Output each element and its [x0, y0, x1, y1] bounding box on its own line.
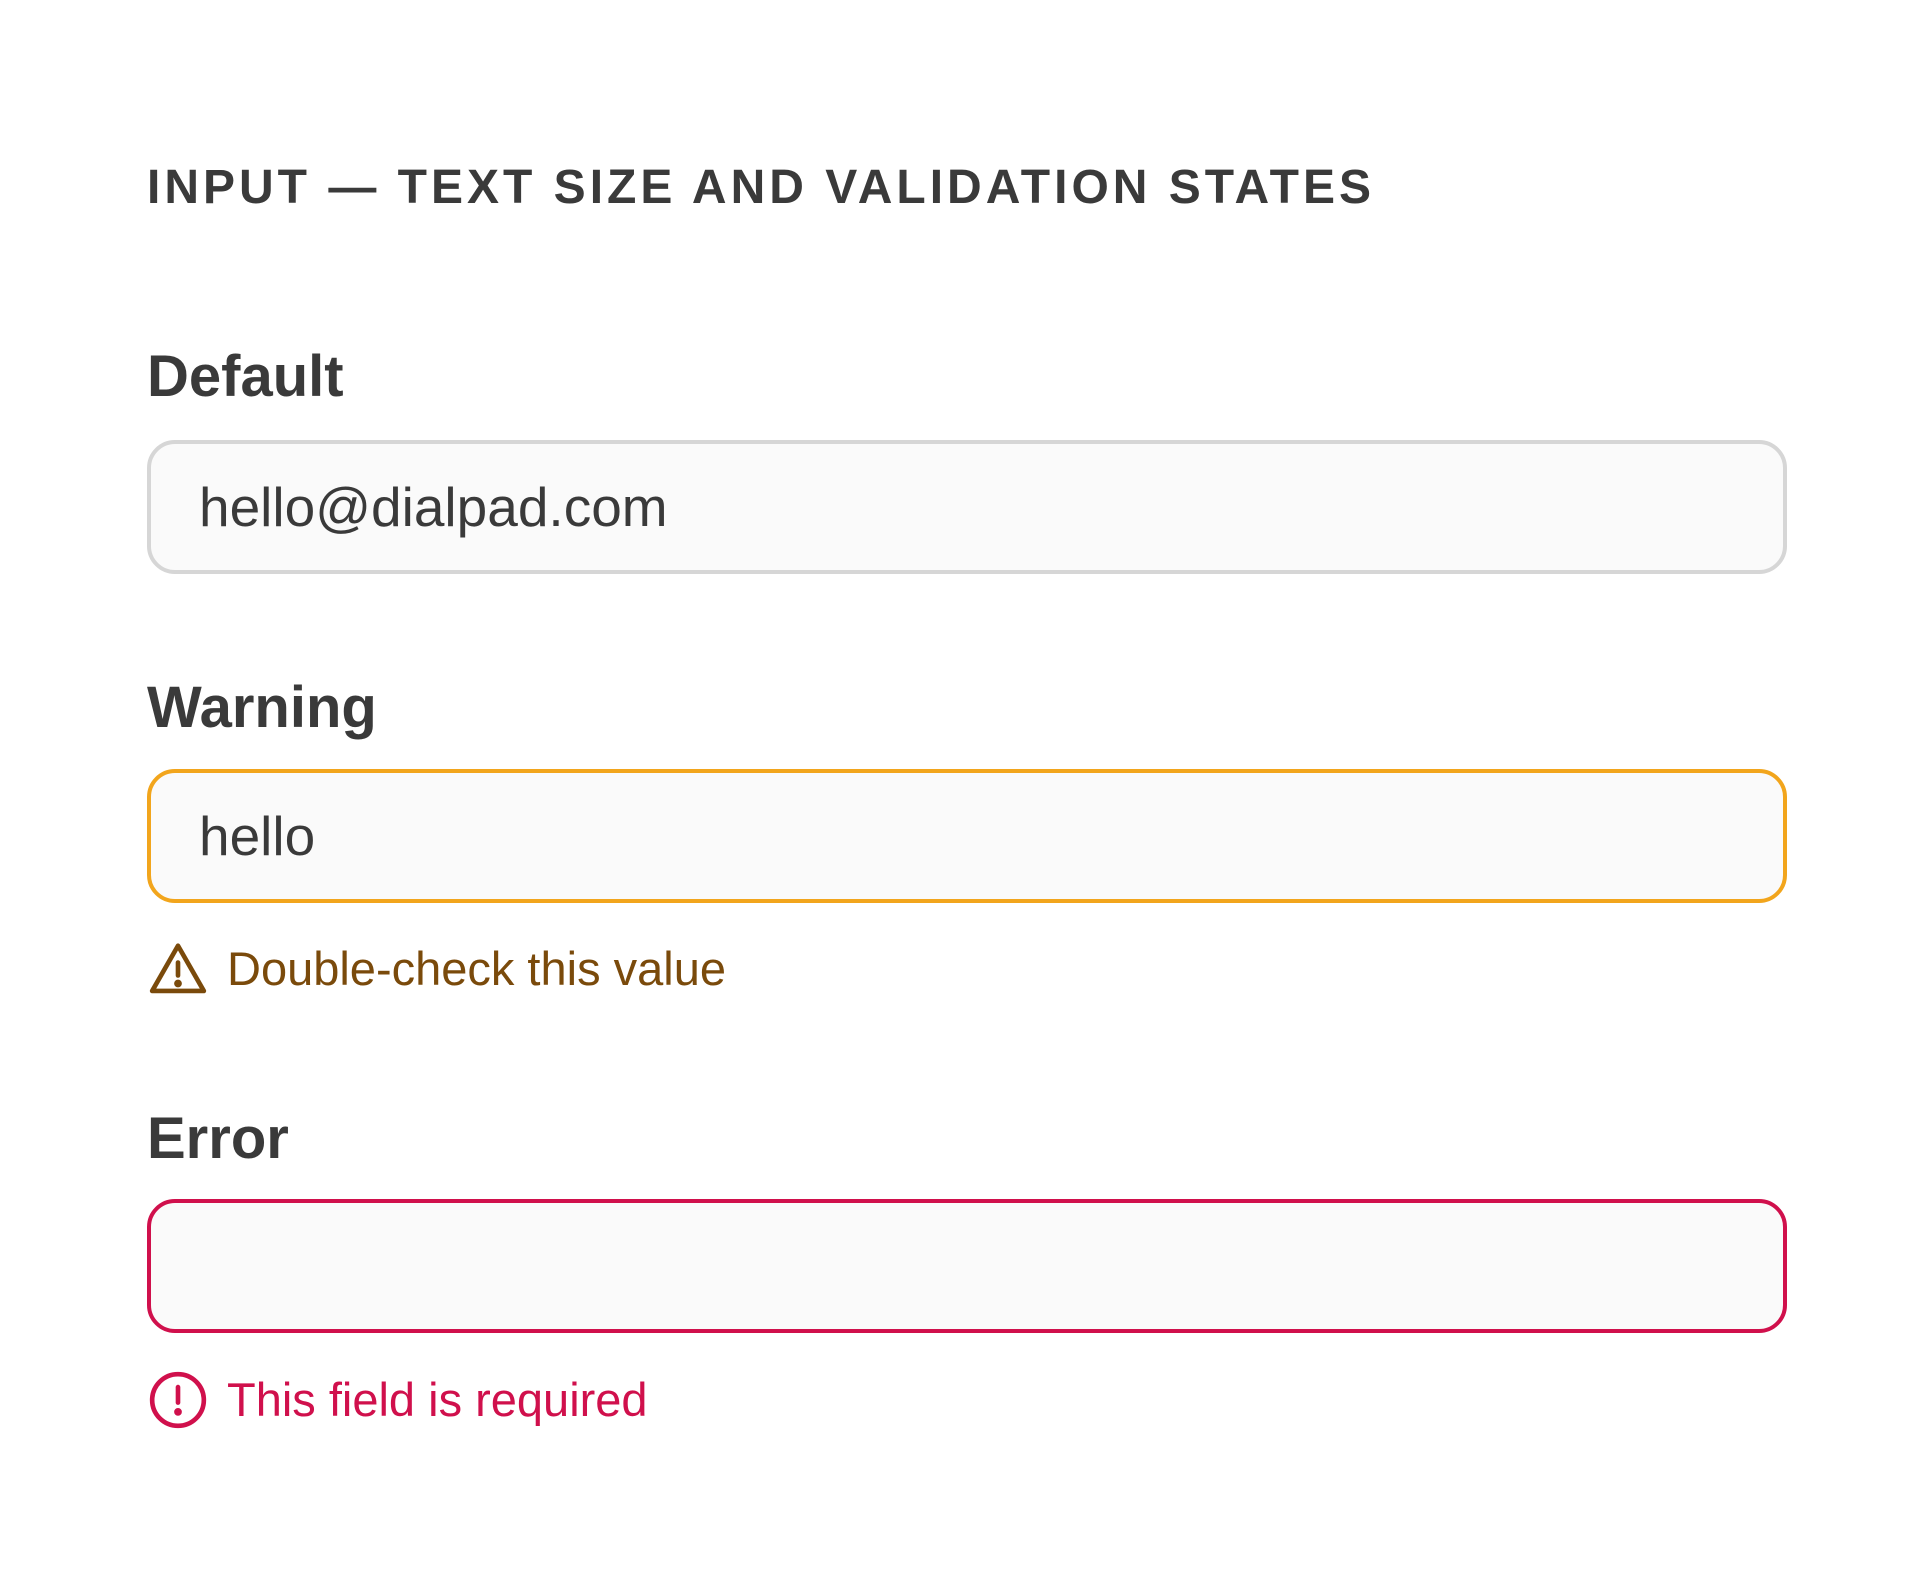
warning-triangle-icon [147, 938, 209, 1000]
error-input[interactable] [199, 1234, 1735, 1298]
input-box-warning[interactable] [147, 769, 1787, 903]
warning-message: Double-check this value [147, 938, 726, 1000]
section-title: INPUT — TEXT SIZE AND VALIDATION STATES [147, 161, 1376, 214]
default-input[interactable] [199, 475, 1735, 539]
field-label-error: Error [147, 1106, 289, 1171]
error-message-text: This field is required [227, 1373, 648, 1426]
error-circle-icon [147, 1369, 209, 1431]
field-label-default: Default [147, 344, 344, 409]
error-message: This field is required [147, 1369, 648, 1431]
input-box-error[interactable] [147, 1199, 1787, 1333]
warning-input[interactable] [199, 804, 1735, 868]
warning-message-text: Double-check this value [227, 942, 726, 995]
field-label-warning: Warning [147, 675, 377, 740]
input-box-default[interactable] [147, 440, 1787, 574]
